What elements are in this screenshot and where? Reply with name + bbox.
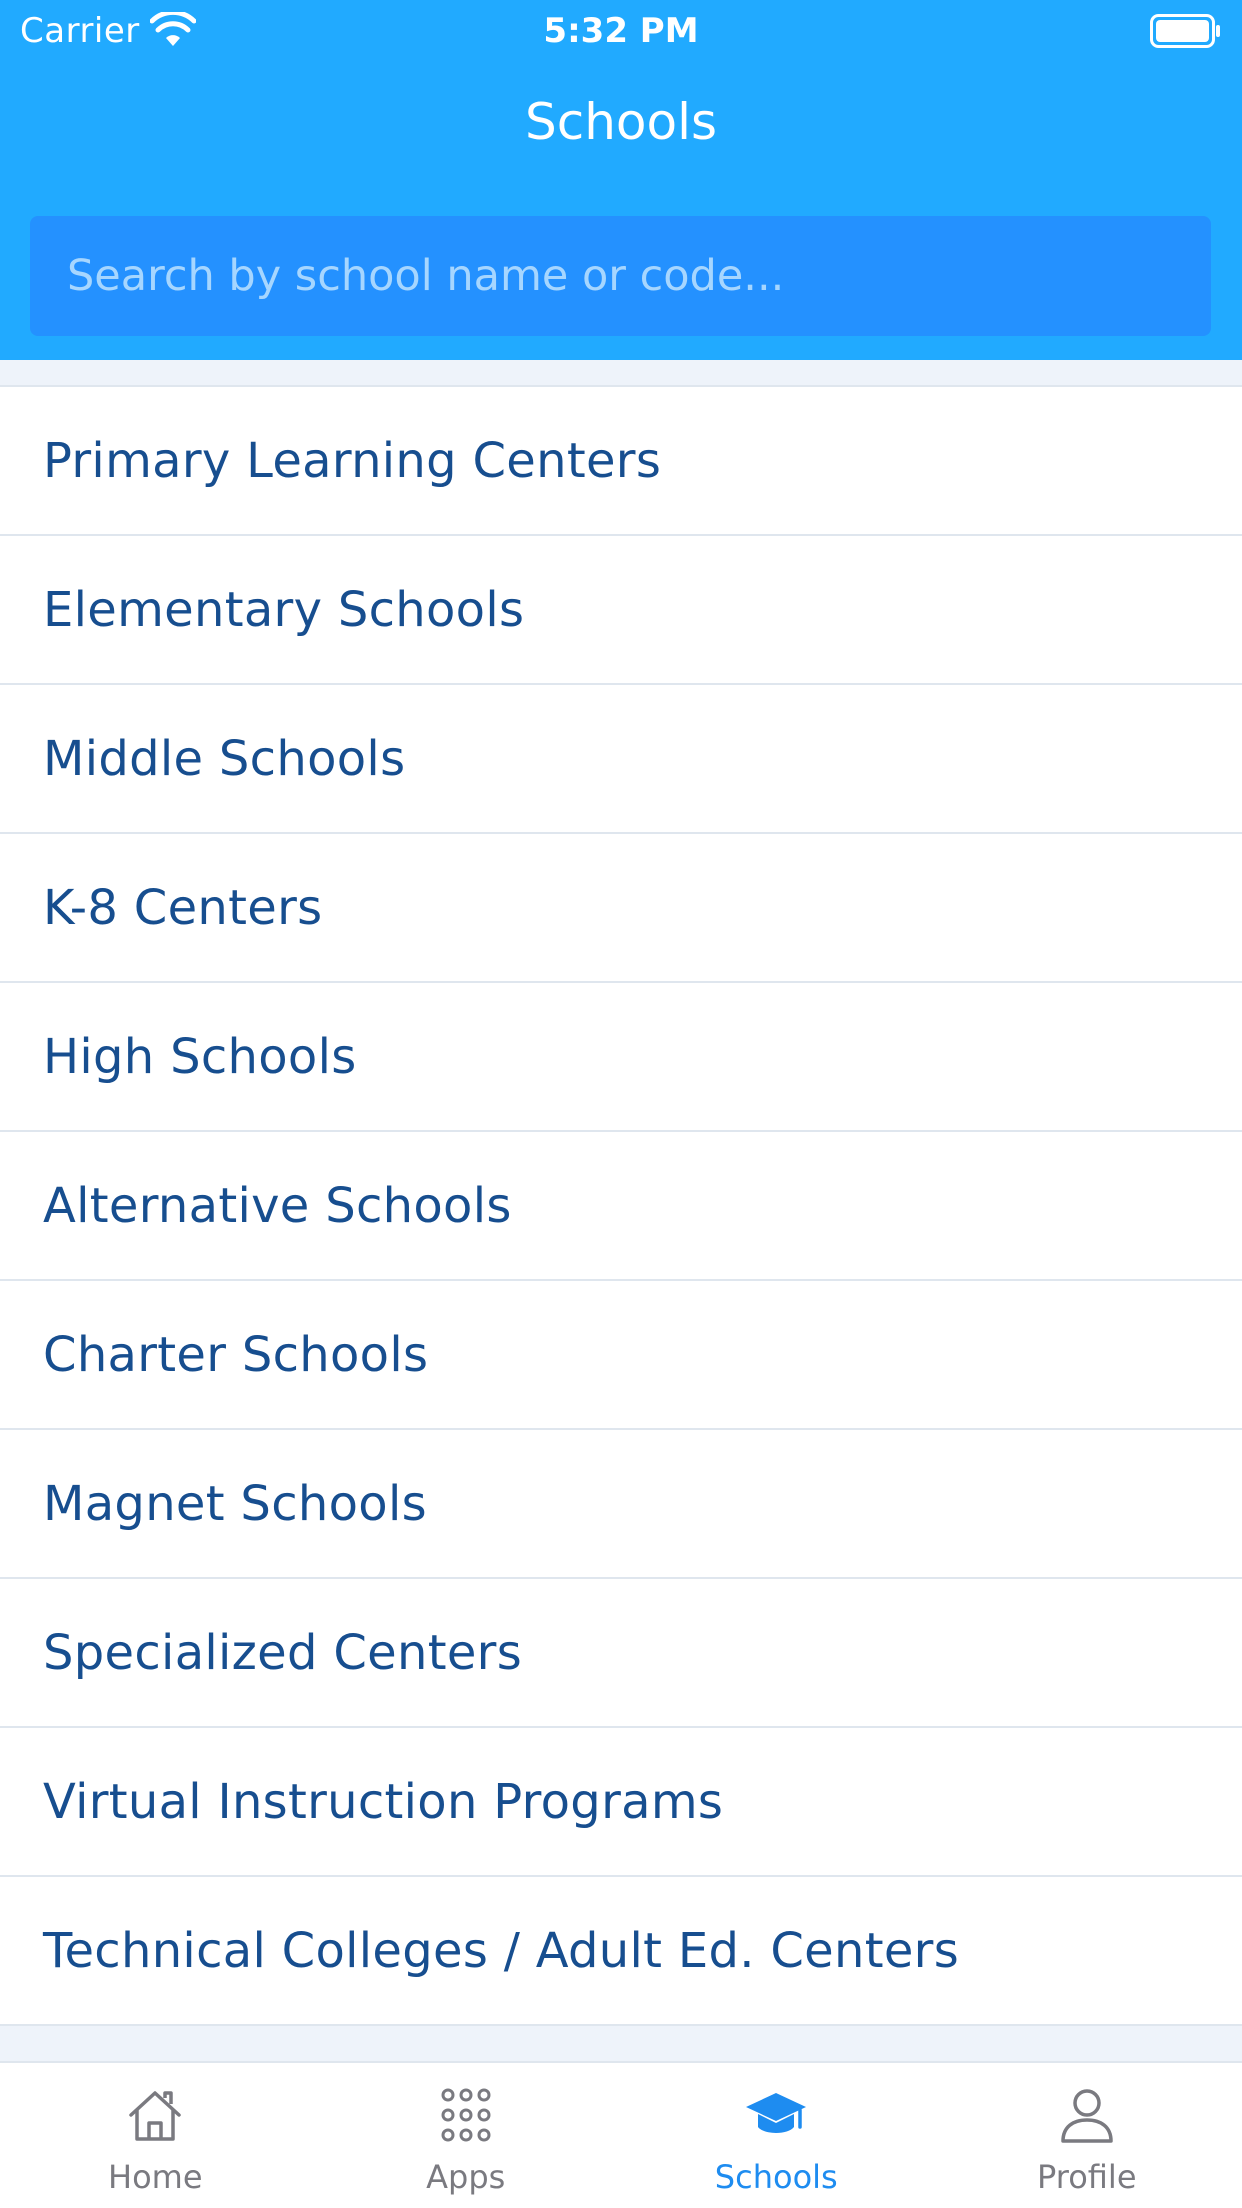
tab-profile-label: Profile — [1037, 2158, 1137, 2196]
search-input[interactable] — [30, 216, 1211, 336]
person-icon — [1061, 2089, 1113, 2143]
list-item-charter-schools[interactable]: Charter Schools — [0, 1281, 1242, 1430]
list-item-primary-learning-centers[interactable]: Primary Learning Centers — [0, 387, 1242, 536]
list-item-high-schools[interactable]: High Schools — [0, 983, 1242, 1132]
list-item-alternative-schools[interactable]: Alternative Schools — [0, 1132, 1242, 1281]
graduation-cap-icon — [746, 2093, 807, 2133]
list-item-middle-schools[interactable]: Middle Schools — [0, 685, 1242, 834]
tab-schools-label: Schools — [714, 2158, 838, 2196]
list-item-technical-colleges-adult-ed[interactable]: Technical Colleges / Adult Ed. Centers — [0, 1877, 1242, 2026]
list-item-k8-centers[interactable]: K-8 Centers — [0, 834, 1242, 983]
home-icon — [129, 2091, 181, 2141]
battery-icon — [1150, 14, 1220, 48]
list-item-elementary-schools[interactable]: Elementary Schools — [0, 536, 1242, 685]
page-title: Schools — [524, 93, 718, 151]
list-item-specialized-centers[interactable]: Specialized Centers — [0, 1579, 1242, 1728]
tab-apps[interactable]: Apps — [311, 2063, 622, 2208]
tab-schools[interactable]: Schools — [621, 2063, 932, 2208]
list-item-virtual-instruction-programs[interactable]: Virtual Instruction Programs — [0, 1728, 1242, 1877]
tab-bar: Home Apps Schools Profile — [0, 2061, 1242, 2208]
tab-profile[interactable]: Profile — [932, 2063, 1242, 2208]
tab-home[interactable]: Home — [0, 2063, 311, 2208]
clock-time: 5:32 PM — [543, 11, 699, 51]
tab-apps-label: Apps — [426, 2158, 506, 2196]
apps-grid-icon — [441, 2088, 491, 2142]
list-item-magnet-schools[interactable]: Magnet Schools — [0, 1430, 1242, 1579]
school-category-list: Primary Learning Centers Elementary Scho… — [0, 385, 1242, 2026]
status-bar: Carrier 5:32 PM — [0, 0, 1242, 62]
header: Carrier 5:32 PM Schools — [0, 0, 1242, 360]
tab-home-label: Home — [108, 2158, 203, 2196]
